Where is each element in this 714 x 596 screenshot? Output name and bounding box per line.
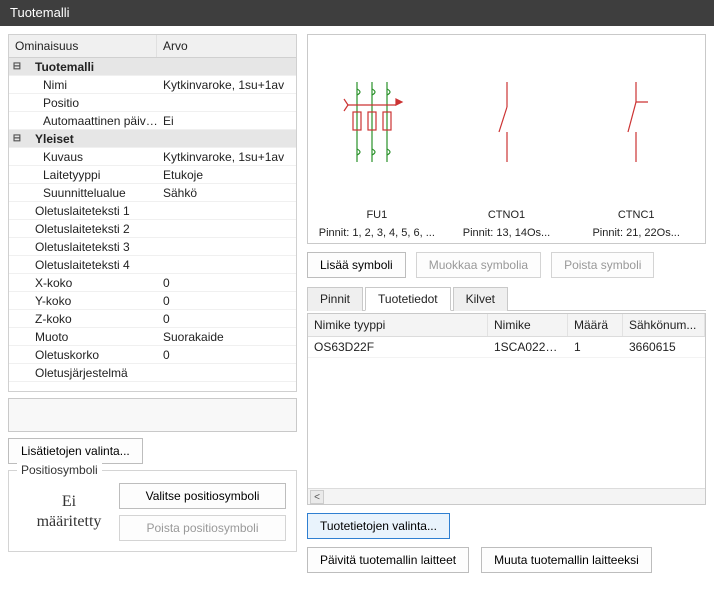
symbol-label: CTNO1 bbox=[488, 209, 525, 221]
table-row[interactable]: OS63D22F 1SCA0224... 1 3660615 bbox=[308, 337, 705, 358]
grid-cell-name: Positio bbox=[25, 96, 159, 110]
grid-cell-name: Laitetyyppi bbox=[25, 168, 159, 182]
grid-header-value: Arvo bbox=[157, 35, 296, 57]
symbol-cell[interactable]: CTNC1 Pinnit: 21, 22Os... bbox=[573, 41, 699, 239]
symbol-preview-panel: FU1 Pinnit: 1, 2, 3, 4, 5, 6, ... CTNO1 … bbox=[307, 34, 706, 244]
symbol-cell[interactable]: FU1 Pinnit: 1, 2, 3, 4, 5, 6, ... bbox=[314, 41, 440, 239]
symbol-label: CTNC1 bbox=[618, 209, 655, 221]
property-grid-header: Ominaisuus Arvo bbox=[9, 35, 296, 58]
grid-cell-name: Oletusjärjestelmä bbox=[25, 366, 159, 380]
grid-row[interactable]: LaitetyyppiEtukoje bbox=[9, 166, 296, 184]
grid-header-property: Ominaisuus bbox=[9, 35, 157, 57]
grid-cell-name: Oletuslaiteteksti 2 bbox=[25, 222, 159, 236]
grid-cell-name: Kuvaus bbox=[25, 150, 159, 164]
update-devices-button[interactable]: Päivitä tuotemallin laitteet bbox=[307, 547, 469, 573]
symbol-pins: Pinnit: 13, 14Os... bbox=[463, 227, 550, 239]
col-item: Nimike bbox=[488, 314, 568, 336]
grid-cell-value[interactable]: 0 bbox=[159, 312, 296, 326]
grid-row[interactable]: Oletuslaiteteksti 2 bbox=[9, 220, 296, 238]
description-panel bbox=[8, 398, 297, 432]
grid-group[interactable]: ⊟ Yleiset bbox=[9, 130, 296, 148]
grid-row[interactable]: SuunnittelualueSähkö bbox=[9, 184, 296, 202]
grid-cell-value[interactable]: Etukoje bbox=[159, 168, 296, 182]
grid-row[interactable]: Positio bbox=[9, 94, 296, 112]
grid-row[interactable]: KuvausKytkinvaroke, 1su+1av bbox=[9, 148, 296, 166]
grid-cell-value[interactable]: Kytkinvaroke, 1su+1av bbox=[159, 78, 296, 92]
product-table[interactable]: Nimike tyyppi Nimike Määrä Sähkönum... O… bbox=[307, 313, 706, 505]
delete-position-symbol-button: Poista positiosymboli bbox=[119, 515, 286, 541]
product-info-button[interactable]: Tuotetietojen valinta... bbox=[307, 513, 450, 539]
position-symbol-state: Eimääritetty bbox=[19, 492, 119, 532]
grid-row[interactable]: Oletuslaiteteksti 4 bbox=[9, 256, 296, 274]
grid-row[interactable]: Oletuslaiteteksti 3 bbox=[9, 238, 296, 256]
product-table-header: Nimike tyyppi Nimike Määrä Sähkönum... bbox=[308, 314, 705, 337]
property-grid[interactable]: Ominaisuus Arvo ⊟ Tuotemalli NimiKytkinv… bbox=[8, 34, 297, 392]
grid-cell-name: Muoto bbox=[25, 330, 159, 344]
symbol-fuse-icon bbox=[342, 41, 412, 203]
symbol-cell[interactable]: CTNO1 Pinnit: 13, 14Os... bbox=[444, 41, 570, 239]
col-qty: Määrä bbox=[568, 314, 623, 336]
grid-row[interactable]: Automaattinen päivitys...Ei bbox=[9, 112, 296, 130]
cell: OS63D22F bbox=[308, 337, 488, 357]
grid-row[interactable]: Oletuslaiteteksti 1 bbox=[9, 202, 296, 220]
grid-row[interactable]: MuotoSuorakaide bbox=[9, 328, 296, 346]
select-position-symbol-button[interactable]: Valitse positiosymboli bbox=[119, 483, 286, 509]
grid-cell-name: Oletuslaiteteksti 4 bbox=[25, 258, 159, 272]
grid-cell-name: X-koko bbox=[25, 276, 159, 290]
add-symbol-button[interactable]: Lisää symboli bbox=[307, 252, 406, 278]
grid-cell-value[interactable]: Suorakaide bbox=[159, 330, 296, 344]
window-title: Tuotemalli bbox=[0, 0, 714, 26]
delete-symbol-button: Poista symboli bbox=[551, 252, 654, 278]
symbol-contact-no-icon bbox=[482, 41, 532, 203]
grid-row[interactable]: X-koko0 bbox=[9, 274, 296, 292]
collapse-icon[interactable]: ⊟ bbox=[9, 61, 25, 72]
grid-cell-name: Oletuslaiteteksti 1 bbox=[25, 204, 159, 218]
tab-pins[interactable]: Pinnit bbox=[307, 287, 363, 311]
grid-row[interactable]: Z-koko0 bbox=[9, 310, 296, 328]
horizontal-scrollbar[interactable]: < bbox=[308, 488, 705, 504]
grid-cell-name: Suunnittelualue bbox=[25, 186, 159, 200]
grid-cell-value[interactable]: 0 bbox=[159, 294, 296, 308]
symbol-pins: Pinnit: 21, 22Os... bbox=[592, 227, 679, 239]
grid-cell-value[interactable]: Kytkinvaroke, 1su+1av bbox=[159, 150, 296, 164]
cell: 1 bbox=[568, 337, 623, 357]
grid-cell-name: Oletuskorko bbox=[25, 348, 159, 362]
grid-group[interactable]: ⊟ Tuotemalli bbox=[9, 58, 296, 76]
symbol-label: FU1 bbox=[366, 209, 387, 221]
position-symbol-title: Positiosymboli bbox=[17, 463, 102, 477]
cell: 3660615 bbox=[623, 337, 705, 357]
grid-row[interactable]: Oletusjärjestelmä bbox=[9, 364, 296, 382]
detail-tabs: Pinnit Tuotetiedot Kilvet bbox=[307, 286, 706, 311]
grid-cell-name: Y-koko bbox=[25, 294, 159, 308]
grid-row[interactable]: Y-koko0 bbox=[9, 292, 296, 310]
grid-cell-value[interactable]: 0 bbox=[159, 276, 296, 290]
grid-group-label: Tuotemalli bbox=[25, 60, 159, 74]
symbol-pins: Pinnit: 1, 2, 3, 4, 5, 6, ... bbox=[319, 227, 435, 239]
symbol-contact-nc-icon bbox=[611, 41, 661, 203]
grid-cell-name: Automaattinen päivitys... bbox=[25, 114, 159, 128]
position-symbol-group: Positiosymboli Eimääritetty Valitse posi… bbox=[8, 470, 297, 552]
grid-row[interactable]: Oletuskorko0 bbox=[9, 346, 296, 364]
grid-group-label: Yleiset bbox=[25, 132, 159, 146]
tab-plates[interactable]: Kilvet bbox=[453, 287, 508, 311]
tab-product-info[interactable]: Tuotetiedot bbox=[365, 287, 451, 311]
grid-row[interactable]: NimiKytkinvaroke, 1su+1av bbox=[9, 76, 296, 94]
grid-cell-name: Oletuslaiteteksti 3 bbox=[25, 240, 159, 254]
grid-cell-name: Z-koko bbox=[25, 312, 159, 326]
edit-symbol-button: Muokkaa symbolia bbox=[416, 252, 541, 278]
more-info-button[interactable]: Lisätietojen valinta... bbox=[8, 438, 143, 464]
col-item-type: Nimike tyyppi bbox=[308, 314, 488, 336]
grid-cell-name: Nimi bbox=[25, 78, 159, 92]
grid-cell-value[interactable]: 0 bbox=[159, 348, 296, 362]
cell: 1SCA0224... bbox=[488, 337, 568, 357]
grid-cell-value[interactable]: Ei bbox=[159, 114, 296, 128]
collapse-icon[interactable]: ⊟ bbox=[9, 133, 25, 144]
change-device-button[interactable]: Muuta tuotemallin laitteeksi bbox=[481, 547, 652, 573]
col-elnum: Sähkönum... bbox=[623, 314, 705, 336]
grid-cell-value[interactable]: Sähkö bbox=[159, 186, 296, 200]
scroll-left-icon[interactable]: < bbox=[310, 490, 324, 504]
